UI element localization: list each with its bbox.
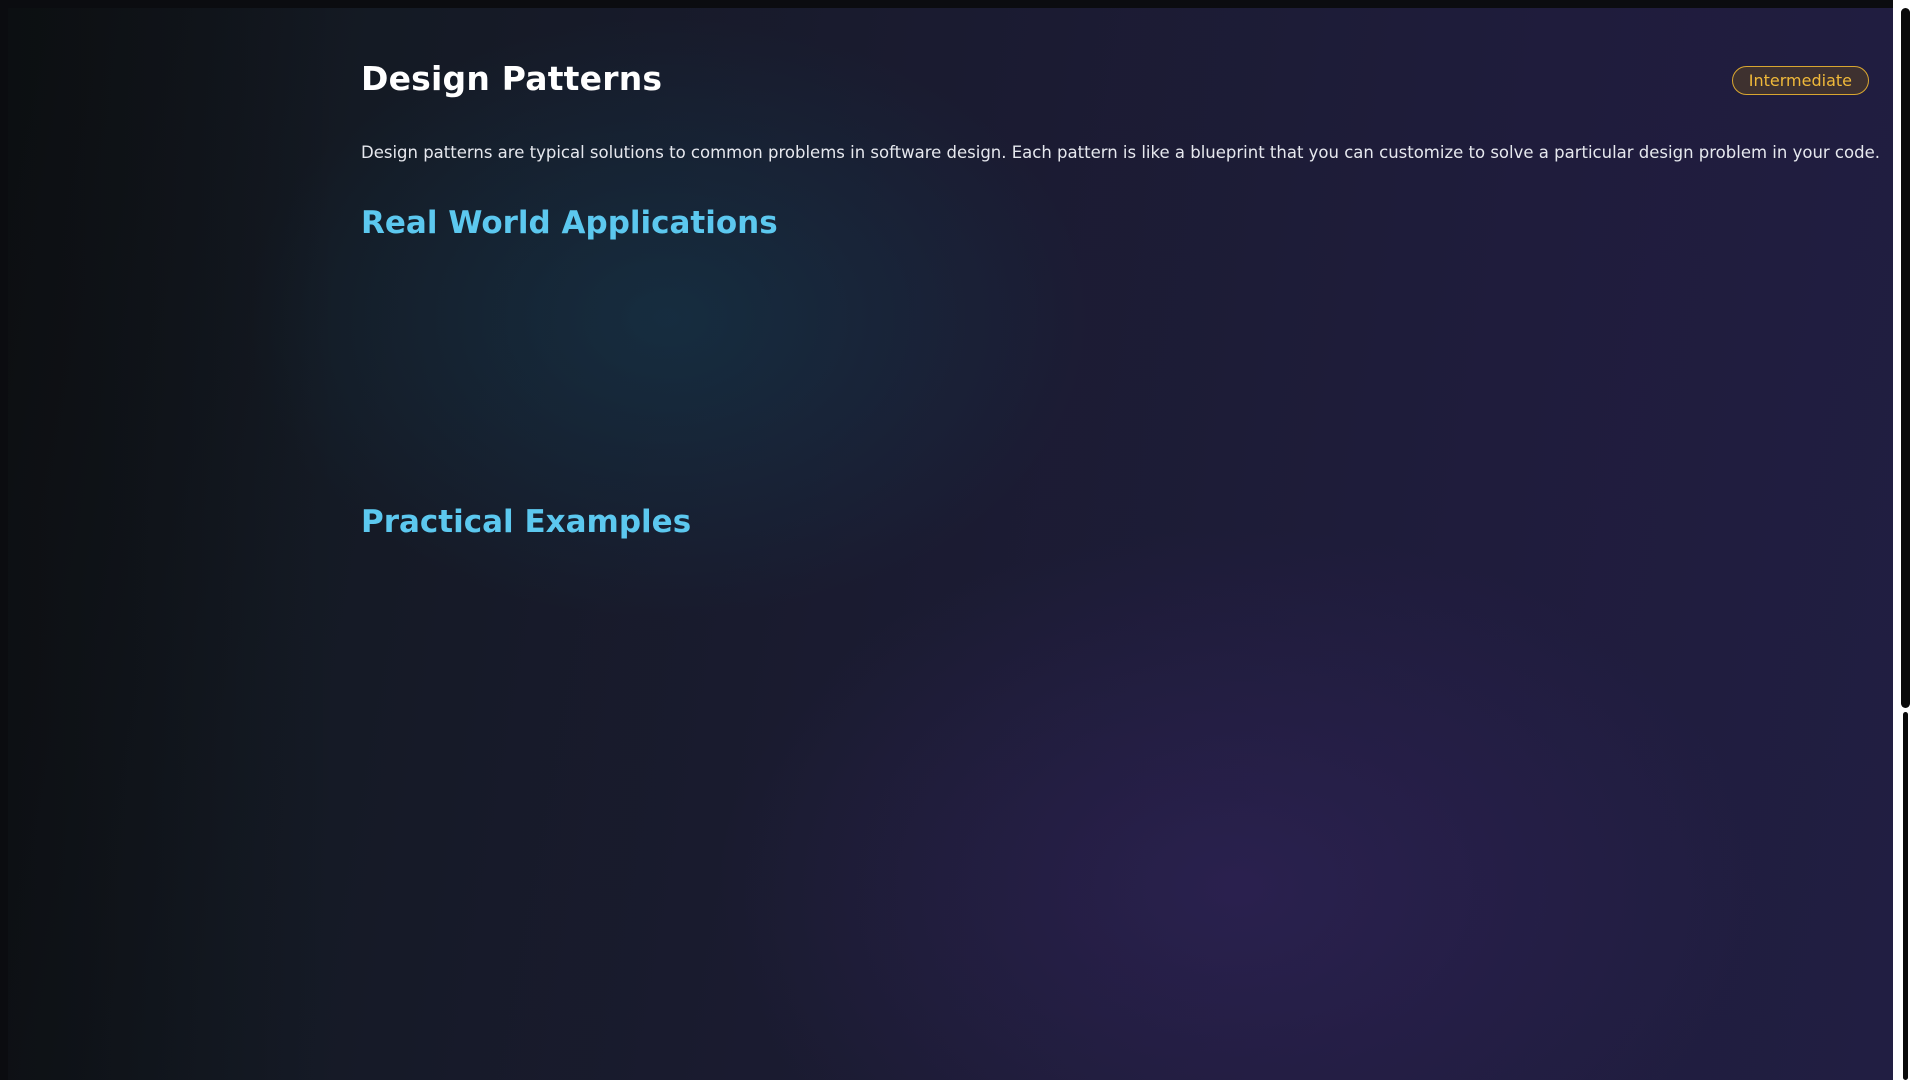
page-header: Design Patterns Intermediate [361,8,1869,128]
vertical-scrollbar[interactable] [1893,0,1920,1080]
scrollbar-track-lower[interactable] [1903,712,1908,1080]
real-world-applications-content [361,253,1869,483]
main-content: Design Patterns Intermediate Design patt… [361,8,1880,540]
level-badge: Intermediate [1731,66,1869,95]
page-title: Design Patterns [361,59,663,98]
section-heading-real-world-applications: Real World Applications [361,205,778,241]
practical-examples-content [361,553,1869,1053]
left-shade [8,8,338,1080]
scrollbar-thumb[interactable] [1901,8,1910,708]
page-viewport[interactable]: Design Patterns Intermediate Design patt… [8,8,1893,1080]
intro-paragraph: Design patterns are typical solutions to… [361,143,1880,162]
section-heading-practical-examples: Practical Examples [361,504,692,540]
browser-frame: Design Patterns Intermediate Design patt… [0,0,1920,1080]
